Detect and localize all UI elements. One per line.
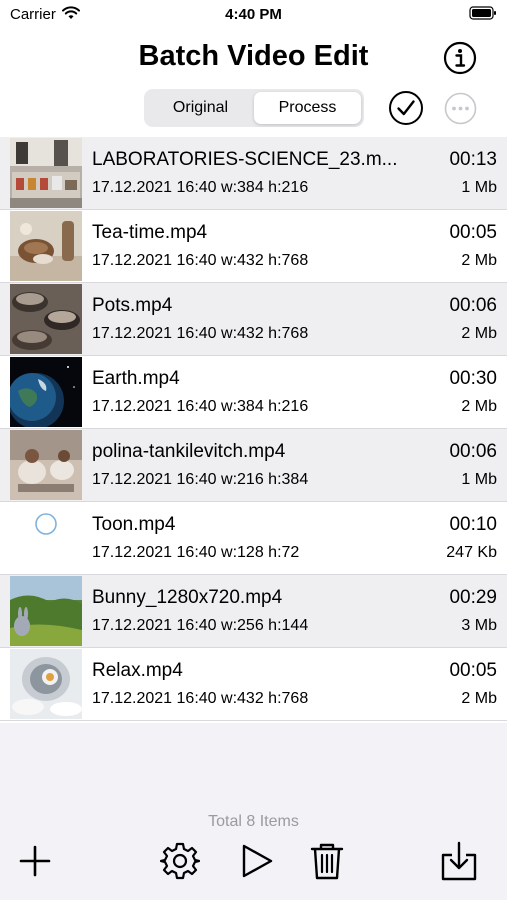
video-row[interactable]: Pots.mp4 17.12.2021 16:40 w:432 h:768 00… [0, 283, 507, 356]
video-name: LABORATORIES-SCIENCE_23.m... [92, 149, 397, 170]
video-row[interactable]: Toon.mp4 17.12.2021 16:40 w:128 h:72 00:… [0, 502, 507, 575]
video-meta: 17.12.2021 16:40 w:128 h:72 [92, 544, 299, 562]
video-width: w:128 [221, 544, 264, 561]
video-thumbnail [10, 138, 82, 208]
status-time: 4:40 PM [225, 6, 282, 23]
battery-icon [469, 6, 497, 24]
navigation-header: Carrier 4:40 PM Batch Video Edit Origina… [0, 0, 507, 137]
video-meta: 17.12.2021 16:40 w:384 h:216 [92, 398, 308, 416]
video-date: 17.12.2021 16:40 [92, 252, 217, 269]
video-name: Earth.mp4 [92, 368, 180, 389]
video-row[interactable]: Bunny_1280x720.mp4 17.12.2021 16:40 w:25… [0, 575, 507, 648]
video-size: 3 Mb [461, 617, 497, 634]
video-size: 247 Kb [446, 544, 497, 561]
play-icon[interactable] [238, 841, 276, 881]
video-size: 1 Mb [461, 179, 497, 196]
video-duration: 00:05 [449, 222, 497, 243]
video-size: 2 Mb [461, 690, 497, 707]
video-height: h:216 [268, 179, 309, 196]
video-width: w:384 [221, 179, 264, 196]
video-height: h:768 [268, 252, 309, 269]
video-thumbnail [10, 357, 82, 427]
video-thumbnail [10, 576, 82, 646]
video-duration: 00:29 [449, 587, 497, 608]
video-duration: 00:13 [449, 149, 497, 170]
segment-process[interactable]: Process [254, 92, 361, 124]
video-name: polina-tankilevitch.mp4 [92, 441, 286, 462]
video-meta: 17.12.2021 16:40 w:432 h:768 [92, 690, 308, 708]
video-date: 17.12.2021 16:40 [92, 398, 217, 415]
video-height: h:384 [268, 471, 309, 488]
video-width: w:432 [221, 690, 264, 707]
video-duration: 00:06 [449, 295, 497, 316]
video-duration: 00:30 [449, 368, 497, 389]
page-title: Batch Video Edit [138, 40, 369, 72]
video-thumbnail [10, 284, 82, 354]
video-name: Tea-time.mp4 [92, 222, 208, 243]
video-width: w:216 [221, 471, 264, 488]
video-date: 17.12.2021 16:40 [92, 179, 217, 196]
status-bar: Carrier 4:40 PM [0, 0, 507, 30]
bottom-toolbar: Total 8 Items [0, 800, 507, 900]
video-name: Pots.mp4 [92, 295, 173, 316]
video-height: h:144 [268, 617, 309, 634]
video-meta: 17.12.2021 16:40 w:256 h:144 [92, 617, 308, 635]
video-row[interactable]: Relax.mp4 17.12.2021 16:40 w:432 h:768 0… [0, 648, 507, 721]
video-thumbnail [10, 649, 82, 719]
checkmark-icon[interactable] [388, 90, 424, 126]
video-height: h:72 [268, 544, 300, 561]
trash-icon[interactable] [308, 841, 346, 881]
video-meta: 17.12.2021 16:40 w:432 h:768 [92, 325, 308, 343]
info-icon[interactable] [443, 41, 477, 75]
video-duration: 00:05 [449, 660, 497, 681]
video-meta: 17.12.2021 16:40 w:216 h:384 [92, 471, 308, 489]
video-size: 2 Mb [461, 252, 497, 269]
video-duration: 00:10 [449, 514, 497, 535]
more-icon[interactable] [444, 92, 477, 125]
video-size: 2 Mb [461, 398, 497, 415]
video-duration: 00:06 [449, 441, 497, 462]
video-height: h:216 [268, 398, 309, 415]
segment-original[interactable]: Original [147, 92, 254, 124]
video-name: Toon.mp4 [92, 514, 176, 535]
video-width: w:432 [221, 252, 264, 269]
video-list: LABORATORIES-SCIENCE_23.m... 17.12.2021 … [0, 137, 507, 723]
video-size: 2 Mb [461, 325, 497, 342]
plus-icon[interactable] [16, 841, 54, 881]
video-date: 17.12.2021 16:40 [92, 690, 217, 707]
video-meta: 17.12.2021 16:40 w:384 h:216 [92, 179, 308, 197]
export-icon[interactable] [440, 841, 478, 881]
gear-icon[interactable] [159, 841, 201, 881]
video-date: 17.12.2021 16:40 [92, 471, 217, 488]
video-meta: 17.12.2021 16:40 w:432 h:768 [92, 252, 308, 270]
video-width: w:432 [221, 325, 264, 342]
video-thumbnail [10, 503, 82, 573]
video-row[interactable]: Tea-time.mp4 17.12.2021 16:40 w:432 h:76… [0, 210, 507, 283]
video-row[interactable]: Earth.mp4 17.12.2021 16:40 w:384 h:216 0… [0, 356, 507, 429]
video-date: 17.12.2021 16:40 [92, 544, 217, 561]
video-row[interactable]: polina-tankilevitch.mp4 17.12.2021 16:40… [0, 429, 507, 502]
video-size: 1 Mb [461, 471, 497, 488]
video-width: w:384 [221, 398, 264, 415]
video-name: Bunny_1280x720.mp4 [92, 587, 283, 608]
video-height: h:768 [268, 325, 309, 342]
video-date: 17.12.2021 16:40 [92, 617, 217, 634]
video-height: h:768 [268, 690, 309, 707]
total-items-label: Total 8 Items [208, 813, 299, 830]
mode-segmented-control: Original Process [144, 89, 364, 127]
video-thumbnail [10, 211, 82, 281]
video-name: Relax.mp4 [92, 660, 183, 681]
video-width: w:256 [221, 617, 264, 634]
video-row[interactable]: LABORATORIES-SCIENCE_23.m... 17.12.2021 … [0, 137, 507, 210]
video-date: 17.12.2021 16:40 [92, 325, 217, 342]
video-thumbnail [10, 430, 82, 500]
